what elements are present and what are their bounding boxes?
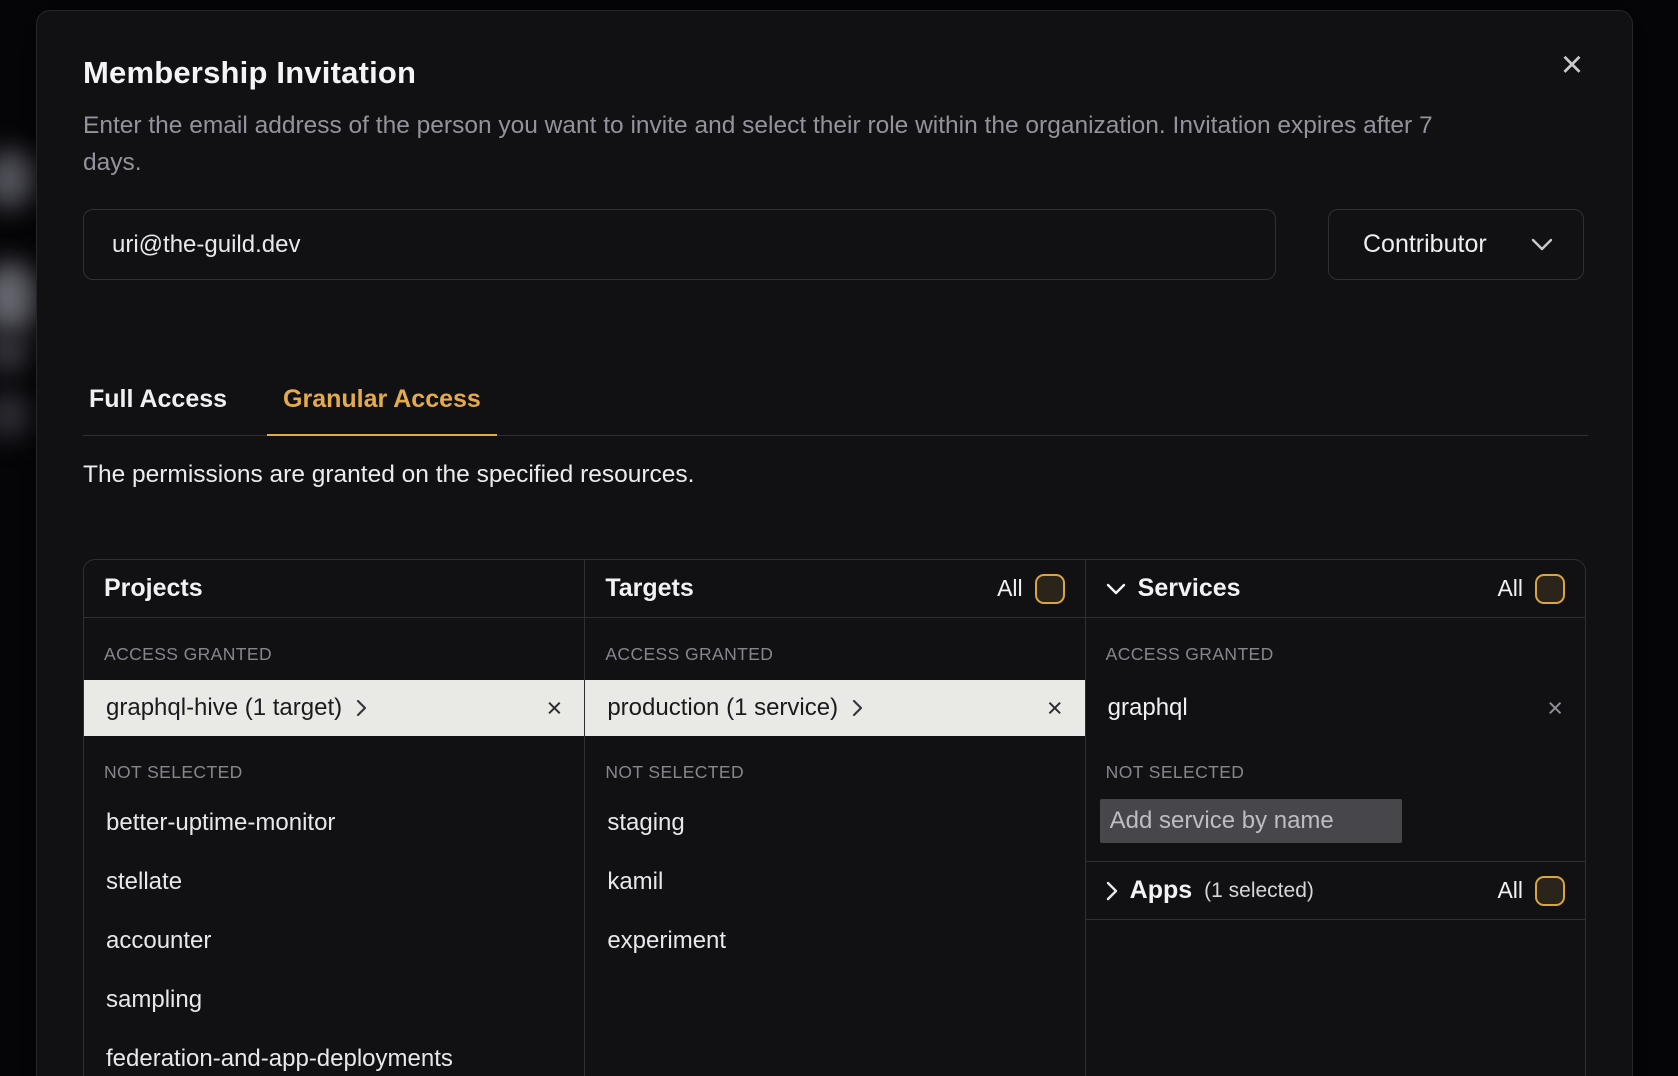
project-list-item[interactable]: federation-and-app-deployments: [84, 1029, 584, 1076]
project-list-item[interactable]: sampling: [84, 970, 584, 1029]
dialog-description: Enter the email address of the person yo…: [83, 107, 1495, 181]
chevron-down-icon: [1531, 238, 1553, 251]
not-selected-label: NOT SELECTED: [104, 762, 564, 783]
not-selected-label: NOT SELECTED: [1106, 762, 1565, 783]
granted-service-row[interactable]: graphql ×: [1086, 680, 1585, 736]
chevron-right-icon: [1106, 881, 1118, 901]
projects-title: Projects: [104, 574, 203, 603]
access-tabs: Full Access Granular Access: [83, 377, 1588, 436]
project-list-item[interactable]: better-uptime-monitor: [84, 793, 584, 852]
targets-column: Targets All ACCESS GRANTED production (1…: [584, 560, 1084, 1076]
chevron-right-icon: [356, 699, 367, 717]
services-header[interactable]: Services All: [1086, 560, 1585, 618]
services-column: Services All ACCESS GRANTED graphql × NO…: [1085, 560, 1585, 1076]
targets-title: Targets: [605, 574, 693, 603]
apps-title: Apps: [1130, 876, 1193, 905]
target-list-item[interactable]: kamil: [585, 852, 1084, 911]
add-service-input[interactable]: [1100, 799, 1402, 843]
selected-project-row[interactable]: graphql-hive (1 target) ×: [84, 680, 584, 736]
apps-section-toggle[interactable]: Apps (1 selected) All: [1086, 861, 1585, 920]
background-blur-blob: [0, 332, 32, 372]
background-blur-blob: [0, 392, 34, 438]
target-list-item[interactable]: staging: [585, 793, 1084, 852]
dialog-title: Membership Invitation: [83, 55, 416, 91]
permissions-note: The permissions are granted on the speci…: [83, 461, 694, 489]
remove-target-icon[interactable]: ×: [1047, 695, 1063, 722]
targets-all-checkbox[interactable]: [1035, 574, 1065, 604]
selected-project-label: graphql-hive (1 target): [106, 694, 342, 722]
access-granted-label: ACCESS GRANTED: [1106, 644, 1565, 665]
services-all-checkbox[interactable]: [1535, 574, 1565, 604]
selected-target-row[interactable]: production (1 service) ×: [585, 680, 1084, 736]
targets-not-selected-list: staging kamil experiment: [585, 793, 1084, 970]
targets-header: Targets All: [585, 560, 1084, 618]
apps-all-checkbox[interactable]: [1535, 876, 1565, 906]
projects-header: Projects: [84, 560, 584, 618]
remove-service-icon[interactable]: ×: [1547, 695, 1563, 722]
projects-column: Projects ACCESS GRANTED graphql-hive (1 …: [84, 560, 584, 1076]
access-granted-label: ACCESS GRANTED: [605, 644, 1064, 665]
granted-service-label: graphql: [1108, 694, 1188, 722]
not-selected-label: NOT SELECTED: [605, 762, 1064, 783]
resource-picker: Projects ACCESS GRANTED graphql-hive (1 …: [83, 559, 1586, 1076]
selected-target-label: production (1 service): [607, 694, 838, 722]
role-dropdown-value: Contributor: [1363, 230, 1487, 259]
tab-full-access[interactable]: Full Access: [83, 377, 233, 436]
apps-selected-count: (1 selected): [1204, 879, 1314, 903]
access-granted-label: ACCESS GRANTED: [104, 644, 564, 665]
project-list-item[interactable]: accounter: [84, 911, 584, 970]
targets-all-label: All: [997, 575, 1023, 602]
apps-all-label: All: [1497, 877, 1523, 904]
role-dropdown[interactable]: Contributor: [1328, 209, 1584, 280]
tab-granular-access[interactable]: Granular Access: [267, 377, 497, 436]
close-icon[interactable]: ×: [1548, 41, 1596, 89]
projects-not-selected-list: better-uptime-monitor stellate accounter…: [84, 793, 584, 1076]
services-title: Services: [1138, 574, 1241, 603]
services-all-label: All: [1497, 575, 1523, 602]
chevron-right-icon: [852, 699, 863, 717]
background-blur-blob: [0, 150, 38, 208]
target-list-item[interactable]: experiment: [585, 911, 1084, 970]
invite-email-input[interactable]: [83, 209, 1276, 280]
membership-invitation-dialog: × Membership Invitation Enter the email …: [36, 10, 1633, 1076]
chevron-down-icon: [1106, 583, 1126, 595]
project-list-item[interactable]: stellate: [84, 852, 584, 911]
remove-project-icon[interactable]: ×: [547, 695, 563, 722]
